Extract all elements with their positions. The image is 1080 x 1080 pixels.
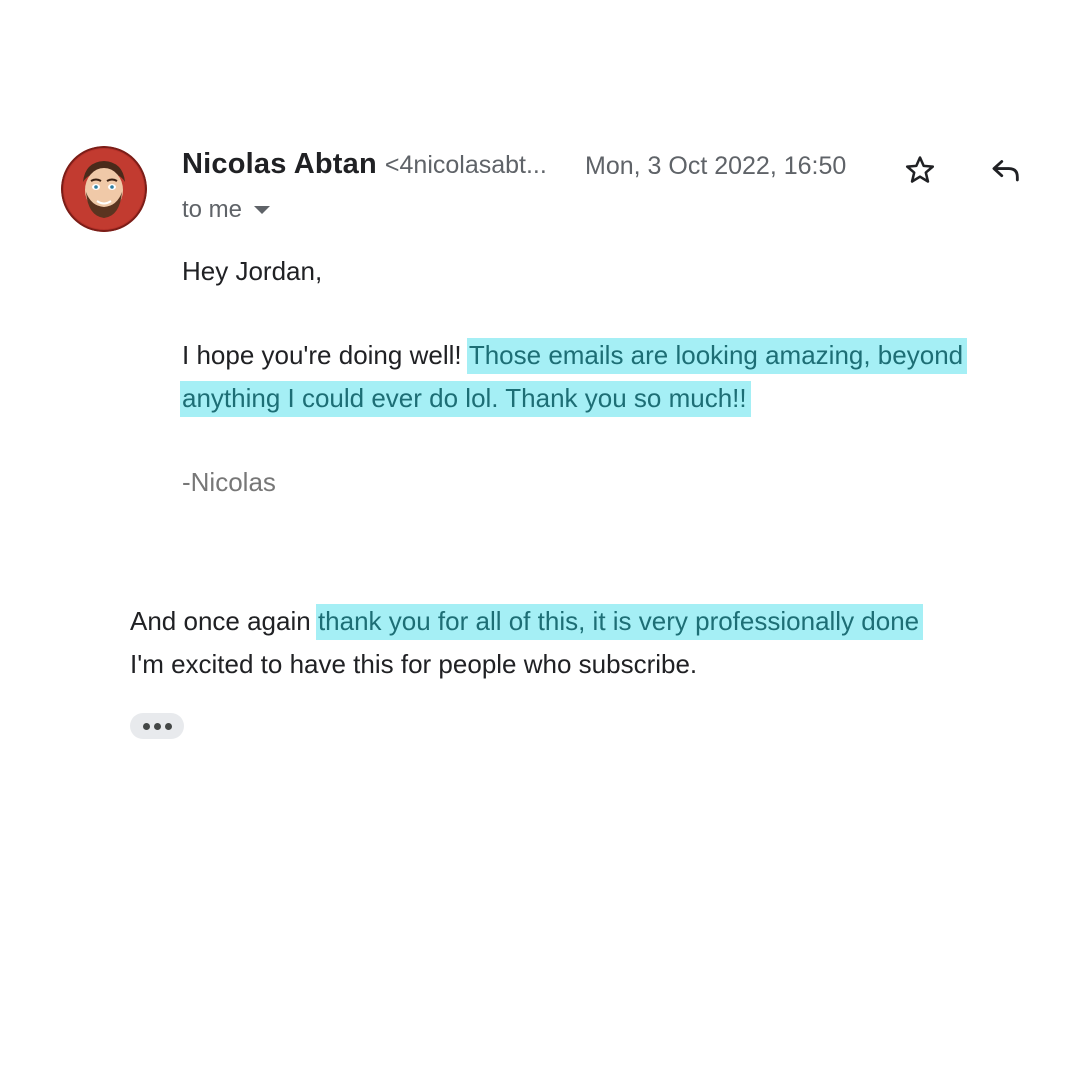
email-paragraph: I hope you're doing well! Those emails a… bbox=[180, 334, 1042, 420]
star-button[interactable] bbox=[900, 150, 940, 190]
email-date: Mon, 3 Oct 2022, 16:50 bbox=[585, 152, 847, 180]
reply-icon bbox=[992, 160, 1019, 182]
follow-up-plain-start: And once again bbox=[130, 606, 311, 636]
sender-avatar[interactable] bbox=[61, 146, 147, 232]
show-trimmed-content-button[interactable] bbox=[130, 713, 184, 739]
recipient-details-toggle[interactable]: to me bbox=[182, 196, 271, 224]
email-greeting: Hey Jordan, bbox=[182, 256, 323, 286]
follow-up-message: And once again thank you for all of this… bbox=[130, 600, 1050, 686]
recipient-label: to me bbox=[182, 196, 243, 223]
avatar-illustration bbox=[61, 146, 147, 232]
sender-line: Nicolas Abtan <4nicolasabt... bbox=[182, 148, 547, 188]
follow-up-plain-end: I'm excited to have this for people who … bbox=[130, 649, 698, 679]
paragraph-plain-text: I hope you're doing well! bbox=[182, 340, 462, 370]
sender-email[interactable]: <4nicolasabt... bbox=[385, 151, 547, 180]
caret-down-icon bbox=[254, 206, 271, 214]
email-signature: -Nicolas bbox=[182, 467, 276, 497]
reply-button[interactable] bbox=[986, 150, 1026, 190]
follow-up-highlight: thank you for all of this, it is very pr… bbox=[315, 604, 924, 640]
star-outline-icon bbox=[905, 156, 935, 183]
more-horizontal-icon bbox=[142, 722, 150, 730]
sender-name[interactable]: Nicolas Abtan bbox=[182, 148, 377, 181]
more-horizontal-icon bbox=[164, 722, 172, 730]
more-horizontal-icon bbox=[153, 722, 161, 730]
